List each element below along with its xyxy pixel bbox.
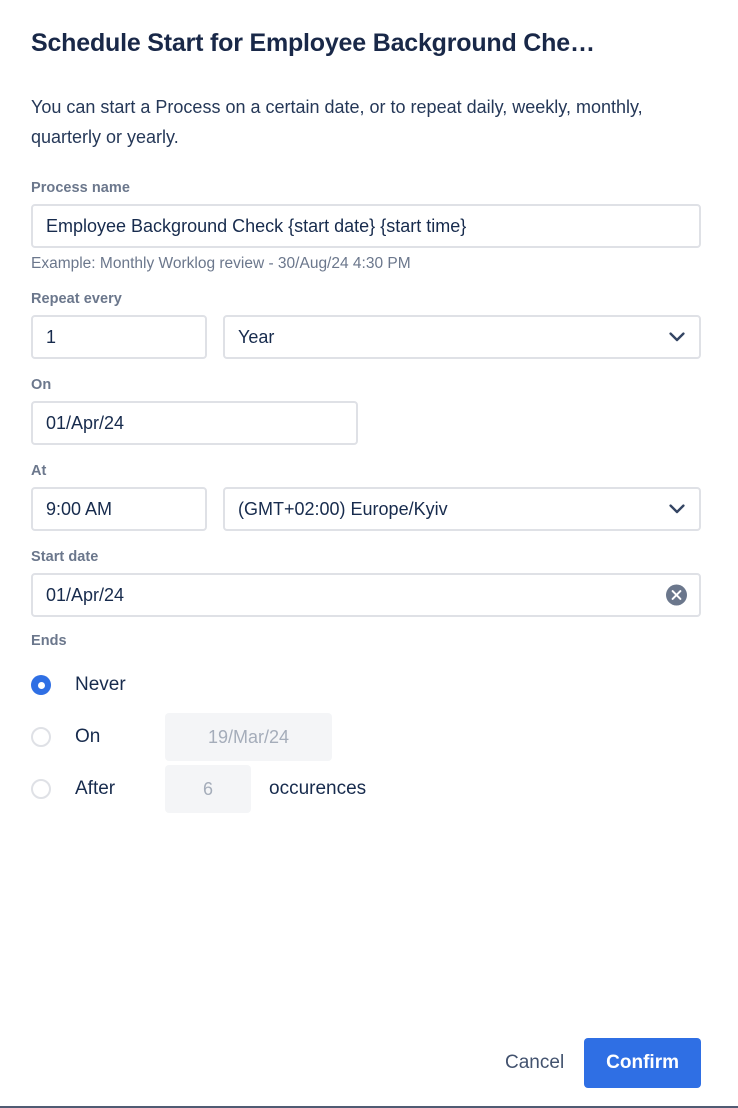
process-name-label: Process name [31, 180, 130, 196]
dialog-description: You can start a Process on a certain dat… [31, 97, 643, 147]
ends-never-label: Never [75, 674, 126, 695]
start-date-input[interactable]: 01/Apr/24 [31, 573, 701, 617]
ends-after-suffix-label: occurences [269, 778, 367, 799]
repeat-every-label: Repeat every [31, 291, 122, 307]
confirm-button[interactable]: Confirm [584, 1038, 701, 1088]
chevron-down-icon [669, 504, 685, 514]
repeat-unit-selected-value: Year [238, 326, 275, 347]
at-time-input[interactable]: 9:00 AM [31, 487, 207, 531]
start-date-group: Start date 01/Apr/24 [31, 549, 707, 617]
ends-on-label: On [75, 726, 101, 747]
process-name-field-group: Process name Employee Background Check {… [31, 180, 707, 273]
repeat-every-group: Repeat every 1 Year [31, 291, 707, 359]
dialog-body: Schedule Start for Employee Background C… [0, 0, 738, 1018]
start-date-label: Start date [31, 549, 99, 565]
cancel-button[interactable]: Cancel [491, 1040, 578, 1086]
radio-on[interactable] [31, 727, 51, 747]
at-time-row: 9:00 AM (GMT+02:00) Europe/Kyiv [31, 487, 707, 531]
on-date-group: On 01/Apr/24 [31, 377, 707, 445]
ends-on-date-input[interactable]: 19/Mar/24 [165, 713, 332, 761]
radio-never[interactable] [31, 675, 51, 695]
dialog-footer: Cancel Confirm [0, 1018, 738, 1108]
ends-option-after[interactable]: After 6 occurences [31, 763, 707, 815]
radio-after[interactable] [31, 779, 51, 799]
ends-option-never[interactable]: Never [31, 659, 707, 711]
repeat-every-row: 1 Year [31, 315, 707, 359]
ends-after-label: After [75, 778, 116, 799]
at-time-group: At 9:00 AM (GMT+02:00) Europe/Kyiv [31, 463, 707, 531]
ends-after-count-input[interactable]: 6 [165, 765, 251, 813]
timezone-selected-value: (GMT+02:00) Europe/Kyiv [238, 498, 448, 519]
timezone-select[interactable]: (GMT+02:00) Europe/Kyiv [223, 487, 701, 531]
process-name-input[interactable]: Employee Background Check {start date} {… [31, 204, 701, 248]
on-date-label: On [31, 377, 52, 393]
ends-option-on[interactable]: On 19/Mar/24 [31, 711, 707, 763]
clear-circle-icon[interactable] [666, 584, 687, 606]
start-date-wrapper: 01/Apr/24 [31, 573, 701, 617]
repeat-interval-input[interactable]: 1 [31, 315, 207, 359]
repeat-unit-select[interactable]: Year [223, 315, 701, 359]
on-date-input[interactable]: 01/Apr/24 [31, 401, 358, 445]
ends-label: Ends [31, 633, 67, 649]
process-name-help-text: Example: Monthly Worklog review - 30/Aug… [31, 255, 411, 272]
schedule-start-dialog: Schedule Start for Employee Background C… [0, 0, 738, 1108]
dialog-title: Schedule Start for Employee Background C… [31, 29, 595, 57]
chevron-down-icon [669, 332, 685, 342]
ends-group: Ends Never On 19/Mar/24 After 6 occurenc… [31, 633, 707, 815]
at-time-label: At [31, 463, 47, 479]
